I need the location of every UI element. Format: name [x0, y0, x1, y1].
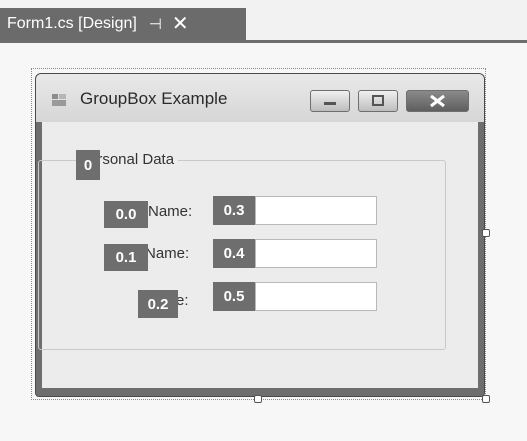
close-button[interactable] — [406, 90, 469, 112]
resize-handle-corner[interactable] — [482, 395, 490, 403]
annotation-tag-0-2: 0.2 — [138, 290, 178, 318]
groupbox-caption: ersonal Data — [88, 151, 179, 168]
annotation-tag-0-0: 0.0 — [104, 201, 148, 228]
document-tab-title: Form1.cs [Design] — [7, 15, 137, 32]
maximize-button[interactable] — [358, 90, 398, 112]
last-name-textbox[interactable] — [255, 239, 377, 268]
first-name-textbox[interactable] — [255, 196, 377, 225]
first-name-label: Name: — [148, 203, 193, 220]
annotation-tag-0-5: 0.5 — [213, 282, 255, 311]
close-icon — [430, 94, 445, 108]
minimize-button[interactable] — [310, 90, 350, 112]
resize-handle-right[interactable] — [482, 229, 490, 237]
close-tab-icon[interactable]: ✕ — [172, 14, 189, 34]
annotation-tag-0: 0 — [76, 150, 100, 180]
form-title: GroupBox Example — [80, 89, 228, 108]
form-icon — [52, 94, 66, 106]
minimize-icon — [324, 102, 336, 105]
annotation-tag-0-1: 0.1 — [104, 244, 148, 271]
third-textbox[interactable] — [255, 282, 377, 311]
annotation-tag-0-4: 0.4 — [213, 239, 255, 268]
pin-icon[interactable]: ⊣ — [149, 17, 162, 32]
resize-handle-bottom[interactable] — [254, 395, 262, 403]
last-name-label: Name: — [145, 245, 190, 262]
form-title-bar: GroupBox Example — [36, 74, 484, 122]
annotation-tag-0-3: 0.3 — [213, 196, 255, 225]
document-tab[interactable]: Form1.cs [Design] ⊣ ✕ — [0, 8, 246, 40]
maximize-icon — [372, 95, 384, 106]
